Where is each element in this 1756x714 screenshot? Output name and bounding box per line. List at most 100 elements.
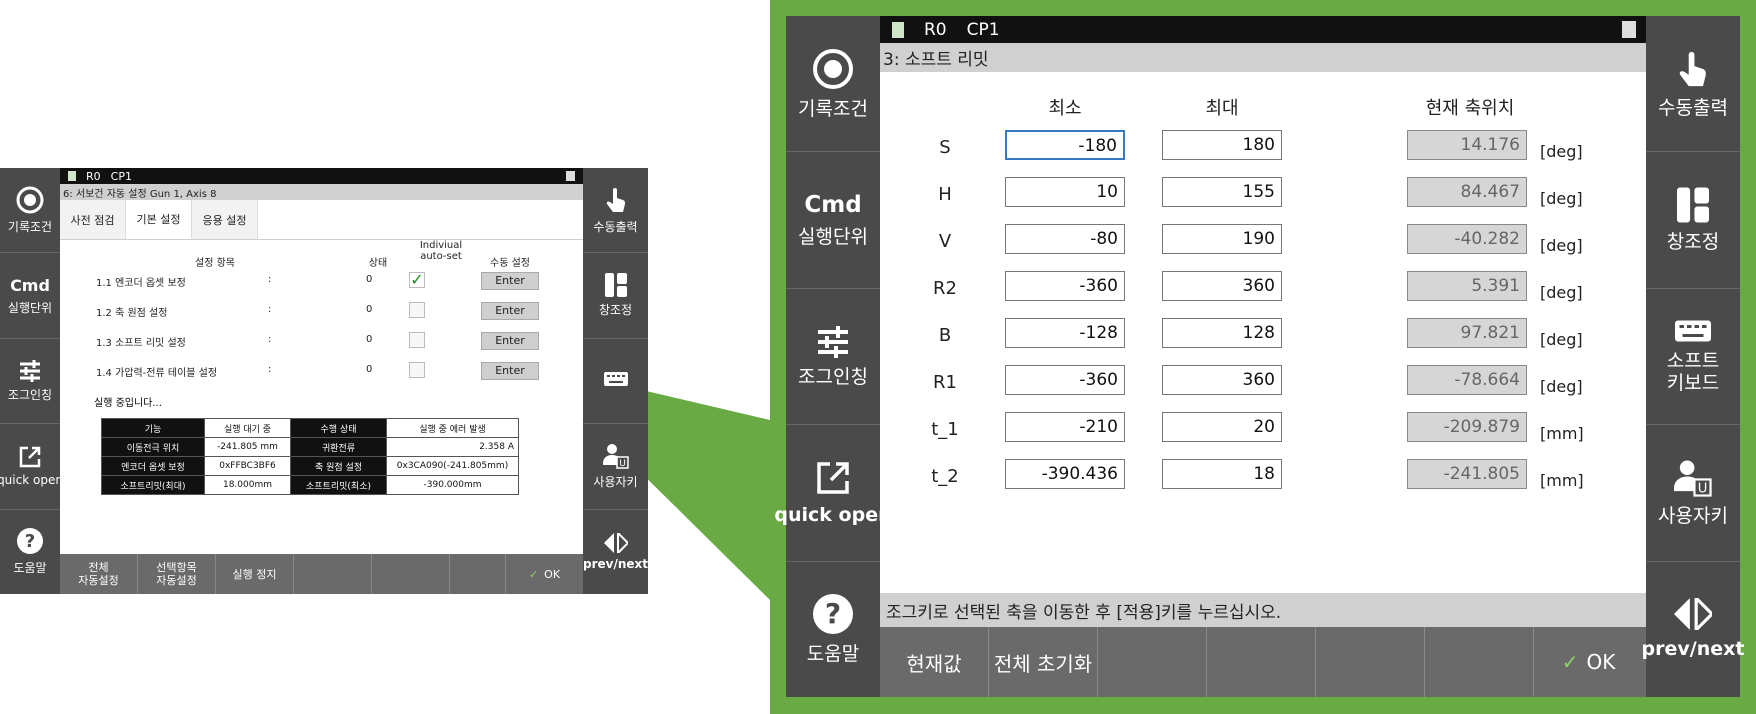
table-cell: 실행 중 에러 발생 bbox=[386, 418, 519, 438]
table-cell: 소프트리밋(최소) bbox=[290, 475, 387, 495]
footer-empty-button[interactable] bbox=[294, 554, 372, 594]
table-cell: 실행 대기 중 bbox=[204, 418, 291, 438]
unit-label: [deg] bbox=[1540, 189, 1583, 208]
ok-button[interactable]: ✓ OK bbox=[1534, 627, 1643, 697]
small-jog-inching-button[interactable]: 조그인칭 bbox=[0, 339, 60, 425]
footer-label: 전체 자동설정 bbox=[78, 561, 119, 587]
program-name: CP1 bbox=[966, 19, 1000, 40]
program-name: CP1 bbox=[110, 169, 132, 183]
auto-set-checkbox[interactable]: ✓ bbox=[409, 272, 425, 288]
small-side-label: 창조정 bbox=[598, 303, 633, 318]
small-record-condition-button[interactable]: 기록조건 bbox=[0, 168, 60, 254]
prev-next-icon bbox=[1674, 598, 1712, 631]
small-side-label: 도움말 bbox=[13, 561, 47, 576]
min-input[interactable]: -128 bbox=[1005, 318, 1125, 348]
footer-empty-button[interactable] bbox=[1098, 627, 1207, 697]
min-input[interactable]: -80 bbox=[1005, 224, 1125, 254]
user-key-icon: U bbox=[602, 443, 629, 469]
screenshot-root: 기록조건 Cmd 실행단위 조그인칭 quick open ? 도움말 R0 C… bbox=[0, 0, 1756, 714]
enter-button[interactable]: Enter bbox=[481, 272, 539, 290]
large-side-label: 도움말 bbox=[806, 643, 860, 666]
large-exec-unit-button[interactable]: Cmd 실행단위 bbox=[786, 152, 880, 289]
max-input[interactable]: 20 bbox=[1162, 412, 1282, 442]
colon: : bbox=[268, 364, 272, 375]
large-side-label: 소프트 키보드 bbox=[1666, 349, 1720, 394]
table-cell: 소프트리밋(최대) bbox=[101, 475, 205, 495]
large-user-key-button[interactable]: U 사용자키 bbox=[1646, 425, 1740, 562]
small-left-sidebar: 기록조건 Cmd 실행단위 조그인칭 quick open ? 도움말 bbox=[0, 168, 63, 594]
max-input[interactable]: 190 bbox=[1162, 224, 1282, 254]
axis-row: R2 -360 360 5.391 [deg] bbox=[880, 271, 1646, 318]
max-input[interactable]: 180 bbox=[1162, 130, 1282, 160]
large-window-adjust-button[interactable]: 창조정 bbox=[1646, 152, 1740, 289]
help-icon: ? bbox=[16, 527, 44, 555]
setting-row: 1.4 가압력-전류 테이블 설정 : 0 Enter bbox=[60, 360, 583, 380]
layout-icon bbox=[1677, 187, 1709, 223]
max-input[interactable]: 18 bbox=[1162, 459, 1282, 489]
unit-label: [deg] bbox=[1540, 377, 1583, 396]
header-auto-line2: auto-set bbox=[420, 251, 462, 262]
footer-empty-button[interactable] bbox=[1316, 627, 1425, 697]
axis-row: t_1 -210 20 -209.879 [mm] bbox=[880, 412, 1646, 459]
large-record-condition-button[interactable]: 기록조건 bbox=[786, 16, 880, 153]
max-input[interactable]: 128 bbox=[1162, 318, 1282, 348]
hand-pointer-icon bbox=[1677, 49, 1709, 89]
stop-run-button[interactable]: 실행 정지 bbox=[216, 554, 294, 594]
table-cell: 귀환전류 bbox=[290, 437, 387, 457]
large-prev-next-button[interactable]: prev/next bbox=[1642, 562, 1744, 697]
prev-next-icon bbox=[603, 532, 628, 553]
tab-advanced-settings[interactable]: 응용 설정 bbox=[192, 200, 258, 239]
small-quick-open-button[interactable]: quick open bbox=[0, 424, 63, 510]
max-input[interactable]: 360 bbox=[1162, 271, 1282, 301]
small-manual-output-button[interactable]: 수동출력 bbox=[583, 168, 648, 254]
small-soft-keyboard-button[interactable] bbox=[583, 339, 648, 425]
table-cell: 이동전극 위치 bbox=[101, 437, 205, 457]
min-input[interactable]: -390.436 bbox=[1005, 459, 1125, 489]
enter-button[interactable]: Enter bbox=[481, 362, 539, 380]
auto-set-checkbox[interactable] bbox=[409, 332, 425, 348]
auto-set-checkbox[interactable] bbox=[409, 302, 425, 318]
small-exec-unit-button[interactable]: Cmd 실행단위 bbox=[0, 253, 60, 339]
max-input[interactable]: 360 bbox=[1162, 365, 1282, 395]
enter-button[interactable]: Enter bbox=[481, 332, 539, 350]
axis-name: R1 bbox=[933, 372, 957, 393]
min-input[interactable]: -180 bbox=[1005, 130, 1125, 160]
large-jog-inching-button[interactable]: 조그인칭 bbox=[786, 289, 880, 426]
large-help-button[interactable]: ? 도움말 bbox=[786, 562, 880, 697]
header-current: 현재 축위치 bbox=[1425, 98, 1515, 119]
auto-set-all-button[interactable]: 전체 자동설정 bbox=[60, 554, 138, 594]
colon: : bbox=[268, 334, 272, 345]
enter-button[interactable]: Enter bbox=[481, 302, 539, 320]
small-user-key-button[interactable]: U 사용자키 bbox=[583, 424, 648, 510]
auto-set-checkbox[interactable] bbox=[409, 362, 425, 378]
min-input[interactable]: -360 bbox=[1005, 271, 1125, 301]
footer-empty-button[interactable] bbox=[1207, 627, 1316, 697]
keyboard-icon bbox=[603, 372, 628, 387]
current-value-button[interactable]: 현재값 bbox=[880, 627, 989, 697]
small-subtitle: 6: 서보건 자동 설정 Gun 1, Axis 8 bbox=[60, 184, 583, 200]
setting-label: 1.3 소프트 리밋 설정 bbox=[96, 338, 186, 349]
tab-pre-check[interactable]: 사전 점검 bbox=[60, 200, 126, 239]
footer-empty-button[interactable] bbox=[1425, 627, 1534, 697]
large-manual-output-button[interactable]: 수동출력 bbox=[1646, 16, 1740, 153]
reset-all-button[interactable]: 전체 초기화 bbox=[989, 627, 1098, 697]
unit-label: [deg] bbox=[1540, 142, 1583, 161]
auto-set-selected-button[interactable]: 선택항목 자동설정 bbox=[138, 554, 216, 594]
min-input[interactable]: 10 bbox=[1005, 177, 1125, 207]
axis-name: t_2 bbox=[931, 466, 959, 487]
small-help-button[interactable]: ? 도움말 bbox=[0, 510, 60, 594]
small-prev-next-button[interactable]: prev/next bbox=[583, 510, 648, 594]
ok-button[interactable]: ✓ OK bbox=[505, 554, 583, 594]
large-quick-open-button[interactable]: quick open bbox=[774, 425, 892, 562]
current-position-field: -40.282 bbox=[1407, 224, 1527, 254]
tab-basic-settings[interactable]: 기본 설정 bbox=[126, 200, 192, 239]
setting-row: 1.2 축 원점 설정 : 0 Enter bbox=[60, 300, 583, 320]
small-window-adjust-button[interactable]: 창조정 bbox=[583, 253, 648, 339]
max-input[interactable]: 155 bbox=[1162, 177, 1282, 207]
large-soft-keyboard-button[interactable]: 소프트 키보드 bbox=[1646, 289, 1740, 426]
min-input[interactable]: -360 bbox=[1005, 365, 1125, 395]
footer-empty-button[interactable] bbox=[372, 554, 450, 594]
large-main-panel: R0 CP1 3: 소프트 리밋 최소 최대 현재 축위치 S -180 180… bbox=[880, 16, 1646, 697]
min-input[interactable]: -210 bbox=[1005, 412, 1125, 442]
small-side-label: 수동출력 bbox=[593, 219, 638, 234]
